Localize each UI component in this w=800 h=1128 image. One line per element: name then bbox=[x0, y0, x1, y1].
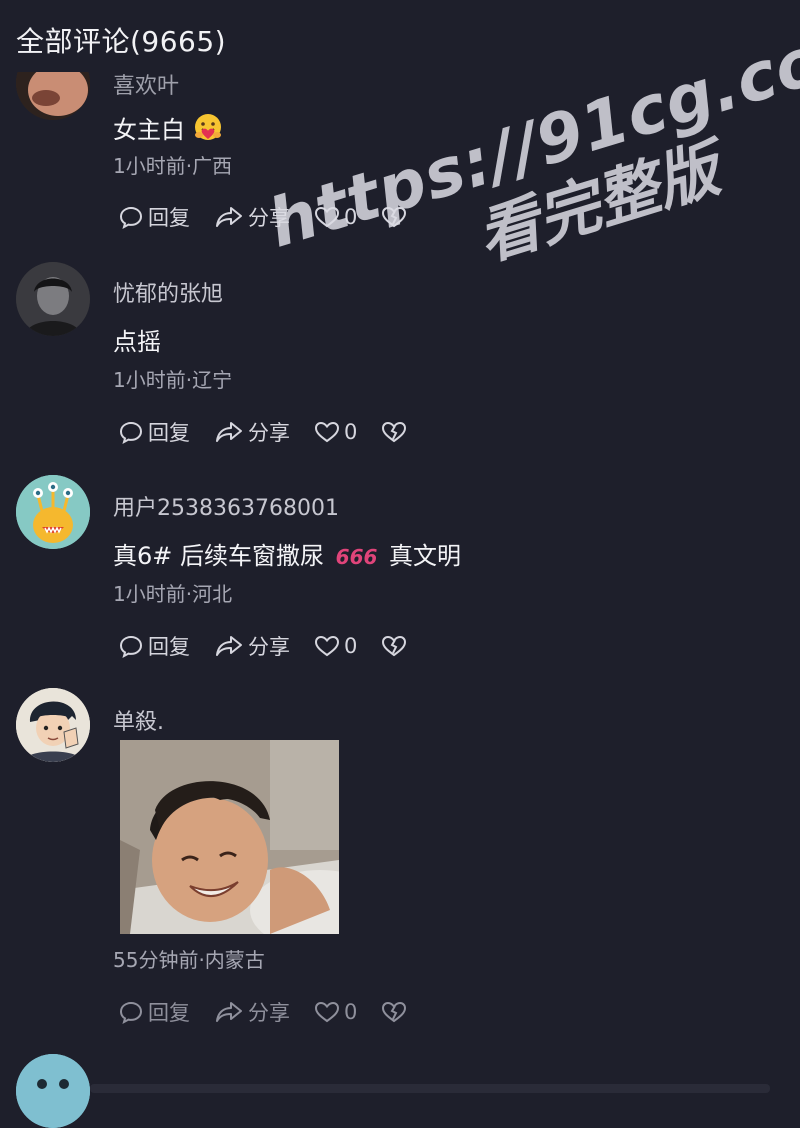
anime-avatar-icon bbox=[16, 688, 90, 762]
heart-icon bbox=[314, 421, 340, 443]
reply-button[interactable]: 回复 bbox=[118, 202, 190, 232]
share-label: 分享 bbox=[248, 421, 290, 445]
like-count: 0 bbox=[344, 1000, 358, 1024]
comment-actions: 回复 分享 0 bbox=[118, 995, 435, 1029]
share-button[interactable]: 分享 bbox=[214, 202, 290, 232]
dislike-button[interactable] bbox=[381, 205, 411, 229]
emoji-666: 666 bbox=[335, 545, 378, 569]
comment-username[interactable]: 单殺. bbox=[113, 704, 164, 736]
comment-text: 真6# 后续车窗撒尿 666 真文明 bbox=[113, 536, 461, 571]
comment-text-content: 女主白 bbox=[113, 116, 185, 144]
heart-icon bbox=[314, 635, 340, 657]
reply-button[interactable]: 回复 bbox=[118, 997, 190, 1027]
reply-button[interactable]: 回复 bbox=[118, 417, 190, 447]
comments-header: 全部评论(9665) bbox=[0, 0, 800, 72]
comment-text-content: 真文明 bbox=[389, 542, 462, 570]
share-button[interactable]: 分享 bbox=[214, 997, 290, 1027]
reply-label: 回复 bbox=[148, 635, 190, 659]
broken-heart-icon bbox=[382, 206, 407, 228]
reply-button[interactable]: 回复 bbox=[118, 631, 190, 661]
avatar-photo bbox=[16, 262, 90, 336]
like-button[interactable]: 0 bbox=[314, 1000, 357, 1024]
broken-heart-icon bbox=[382, 635, 407, 657]
reply-label: 回复 bbox=[148, 206, 190, 230]
like-count: 0 bbox=[344, 205, 358, 229]
avatar[interactable] bbox=[16, 688, 90, 762]
reply-icon bbox=[119, 1001, 143, 1024]
dislike-button[interactable] bbox=[381, 420, 411, 444]
comment-text: 女主白 bbox=[113, 110, 223, 149]
reply-icon bbox=[119, 421, 143, 444]
comment-meta: 55分钟前·内蒙古 bbox=[113, 948, 265, 972]
broken-heart-icon bbox=[382, 1001, 407, 1023]
monster-avatar-icon bbox=[16, 475, 90, 549]
share-icon bbox=[216, 1002, 242, 1022]
comment-username[interactable]: 用户2538363768001 bbox=[113, 490, 339, 522]
reply-icon bbox=[119, 206, 143, 229]
photo-of-laughing-man bbox=[120, 740, 339, 934]
reply-label: 回复 bbox=[148, 1001, 190, 1025]
share-icon bbox=[216, 636, 242, 656]
avatar[interactable] bbox=[16, 262, 90, 336]
broken-heart-icon bbox=[382, 421, 407, 443]
share-label: 分享 bbox=[248, 1001, 290, 1025]
heart-icon bbox=[314, 206, 340, 228]
like-button[interactable]: 0 bbox=[314, 205, 357, 229]
comment-image[interactable] bbox=[120, 740, 339, 934]
like-count: 0 bbox=[344, 420, 358, 444]
share-label: 分享 bbox=[248, 635, 290, 659]
comment-text-content: 真6# 后续车窗撒尿 bbox=[113, 542, 325, 570]
share-icon bbox=[216, 207, 242, 227]
share-label: 分享 bbox=[248, 206, 290, 230]
reply-label: 回复 bbox=[148, 421, 190, 445]
comment-text: 点摇 bbox=[113, 328, 161, 356]
bottom-input-bar[interactable] bbox=[90, 1084, 770, 1093]
dislike-button[interactable] bbox=[381, 1000, 411, 1024]
reply-icon bbox=[119, 635, 143, 658]
avatar[interactable] bbox=[16, 475, 90, 549]
comment-actions: 回复 分享 0 bbox=[118, 200, 435, 234]
comment-username[interactable]: 喜欢叶 bbox=[113, 68, 179, 100]
like-button[interactable]: 0 bbox=[314, 634, 357, 658]
dislike-button[interactable] bbox=[381, 634, 411, 658]
like-button[interactable]: 0 bbox=[314, 420, 357, 444]
avatar[interactable] bbox=[16, 1054, 90, 1128]
comments-title: 全部评论(9665) bbox=[16, 25, 227, 58]
comment-meta: 1小时前·辽宁 bbox=[113, 368, 233, 392]
comment-meta: 1小时前·广西 bbox=[113, 154, 233, 178]
like-count: 0 bbox=[344, 634, 358, 658]
hugging-face-emoji bbox=[193, 113, 223, 149]
comment-actions: 回复 分享 0 bbox=[118, 415, 435, 449]
squirtle-avatar-icon bbox=[16, 1054, 90, 1128]
share-button[interactable]: 分享 bbox=[214, 417, 290, 447]
comment-meta: 1小时前·河北 bbox=[113, 582, 233, 606]
comment-actions: 回复 分享 0 bbox=[118, 629, 435, 663]
comment-username[interactable]: 忧郁的张旭 bbox=[113, 276, 223, 308]
share-button[interactable]: 分享 bbox=[214, 631, 290, 661]
heart-icon bbox=[314, 1001, 340, 1023]
share-icon bbox=[216, 422, 242, 442]
